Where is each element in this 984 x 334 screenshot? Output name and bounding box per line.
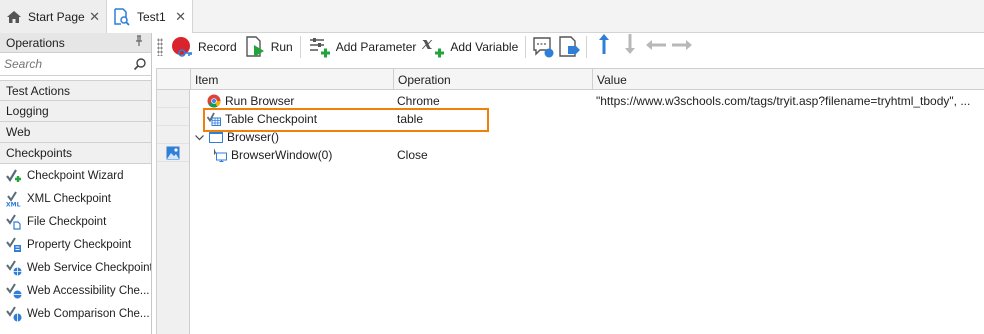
operation-cell: Close [397,148,428,162]
record-label: Record [198,40,237,54]
category-web[interactable]: Web [0,122,151,143]
home-icon [6,9,22,25]
add-parameter-label: Add Parameter [335,40,417,54]
arrow-up-icon [596,32,612,62]
add-parameter-button[interactable]: Add Parameter [305,34,420,60]
op-label: Web Service Checkpoint [27,261,151,274]
table-row[interactable]: BrowserWindow(0) Close [191,146,984,164]
category-test-actions[interactable]: Test Actions [0,80,151,101]
search-input[interactable] [4,57,124,71]
file-checkpoint-icon [6,213,22,230]
comment-icon [531,35,555,59]
op-property-checkpoint[interactable]: Property Checkpoint [0,233,151,256]
column-header-item[interactable]: Item [191,69,394,90]
op-web-service-checkpoint[interactable]: Web Service Checkpoint [0,256,151,279]
row-gutter [157,90,190,334]
highlight-box [203,108,489,132]
arrow-left-icon [644,36,668,59]
op-label: Checkpoint Wizard [27,169,124,182]
op-file-checkpoint[interactable]: File Checkpoint [0,210,151,233]
category-checkpoints[interactable]: Checkpoints [0,143,151,164]
item-cell: Browser() [227,130,280,144]
run-label: Run [270,40,293,54]
op-label: XML Checkpoint [27,192,111,205]
tab-start-page[interactable]: Start Page ✕ [0,0,107,33]
item-cell: BrowserWindow(0) [231,148,333,162]
web-service-checkpoint-icon [6,259,22,276]
value-cell: "https://www.w3schools.com/tags/tryit.as… [596,94,971,108]
gutter-cell[interactable] [157,90,189,108]
column-header-operation[interactable]: Operation [394,69,593,90]
document-tab-bar: Start Page ✕ Test1 ✕ [0,0,984,34]
operations-search [0,53,151,76]
op-web-comparison-checkpoint[interactable]: Web Comparison Che... [0,302,151,325]
add-parameter-icon [308,35,332,59]
screenshot-icon[interactable] [166,146,180,160]
property-checkpoint-icon [6,236,22,253]
test-script-icon [113,8,131,26]
svg-text:x: x [422,35,433,54]
op-label: File Checkpoint [27,215,107,228]
browser-window-icon [213,148,227,162]
toolbar-separator [586,36,588,58]
svg-text:XML: XML [6,201,21,207]
chevron-down-icon[interactable] [195,130,205,144]
toolbar-separator [299,36,301,58]
browser-object-icon [209,130,223,144]
column-header-value[interactable]: Value [593,69,984,90]
operations-panel-header: Operations [0,33,151,53]
search-icon[interactable] [133,57,147,71]
tab-start-page-label: Start Page [28,9,85,24]
op-label: Web Comparison Che... [27,307,150,320]
toolbar-separator [525,36,527,58]
web-comparison-checkpoint-icon [6,305,22,322]
grid-header: Item Operation Value [157,69,984,90]
run-button[interactable]: Run [240,34,296,60]
add-tag-button[interactable] [556,34,582,60]
item-cell: Run Browser [225,94,295,108]
move-down-button[interactable] [617,34,643,60]
gutter-cell[interactable] [157,144,189,162]
gutter-cell[interactable] [157,126,189,144]
move-up-button[interactable] [591,34,617,60]
checkpoint-wizard-icon [6,168,22,184]
add-comment-button[interactable] [530,34,556,60]
op-checkpoint-wizard[interactable]: Checkpoint Wizard [0,164,151,187]
gutter-header [157,69,191,90]
operations-panel: Operations Test Actions Logging Web Chec… [0,33,152,334]
editor-toolbar: Record Run Add Parameter x Add Variable [153,33,984,61]
arrow-right-icon [670,36,694,59]
tab-test1[interactable]: Test1 ✕ [107,0,193,34]
move-right-button[interactable] [669,34,695,60]
op-label: Web Accessibility Che... [27,284,150,297]
gutter-cell[interactable] [157,108,189,126]
move-left-button[interactable] [643,34,669,60]
op-web-accessibility-checkpoint[interactable]: Web Accessibility Che... [0,279,151,302]
xml-checkpoint-icon: XML [6,190,22,208]
category-logging[interactable]: Logging [0,101,151,122]
op-xml-checkpoint[interactable]: XML XML Checkpoint [0,187,151,210]
chrome-icon [207,94,221,108]
close-icon[interactable]: ✕ [175,9,186,25]
operations-panel-title: Operations [6,35,65,50]
close-icon[interactable]: ✕ [89,9,100,25]
add-variable-button[interactable]: x Add Variable [419,34,521,60]
web-accessibility-checkpoint-icon [6,282,22,299]
toolbar-grip[interactable] [157,38,163,56]
record-icon [170,35,194,59]
run-icon [243,35,267,59]
add-variable-label: Add Variable [450,40,519,54]
add-variable-icon: x [421,34,446,59]
record-button[interactable]: Record [167,34,240,60]
arrow-down-icon [622,32,638,62]
op-label: Property Checkpoint [27,238,132,251]
pin-icon[interactable] [133,35,145,50]
tag-icon [557,35,581,59]
tab-test1-label: Test1 [137,10,166,24]
